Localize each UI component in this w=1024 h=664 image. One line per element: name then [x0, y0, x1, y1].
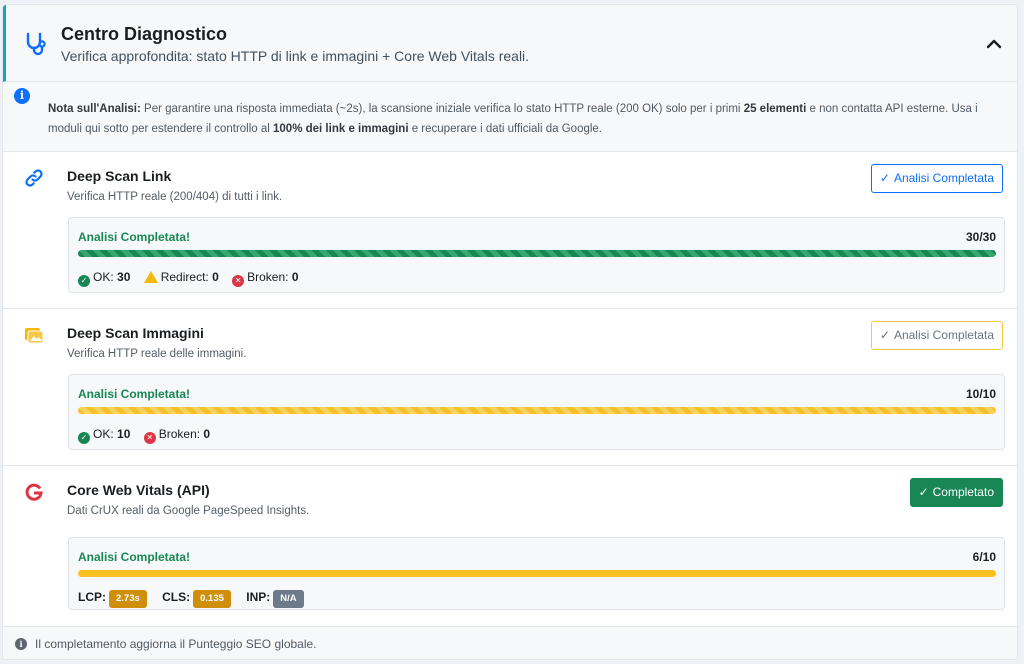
- info-icon: i: [15, 638, 27, 650]
- module-deep-scan-link: Deep Scan Link Verifica HTTP reale (200/…: [3, 152, 1017, 309]
- analysis-completed-button[interactable]: ✓ Analisi Completata: [870, 164, 1003, 193]
- vital-label: LCP:: [78, 590, 106, 604]
- module-description: Verifica HTTP reale delle immagini.: [67, 348, 247, 360]
- stat-label: Broken:: [158, 427, 201, 441]
- link-icon: [25, 169, 43, 187]
- note-bold-1: 25 elementi: [743, 103, 807, 115]
- google-icon: [25, 483, 43, 501]
- page-title: Centro Diagnostico: [61, 24, 228, 44]
- check-icon: ✓: [918, 485, 929, 499]
- status-badge: N/A: [273, 590, 304, 608]
- stat-label: OK:: [93, 270, 114, 284]
- analysis-note-text: Nota sull'Analisi: Per garantire una ris…: [48, 99, 1008, 139]
- module-description: Verifica HTTP reale (200/404) di tutti i…: [67, 191, 283, 203]
- chevron-up-icon[interactable]: [983, 33, 1005, 55]
- stat-redirect: Redirect: 0: [143, 270, 219, 284]
- analysis-note: i Nota sull'Analisi: Per garantire una r…: [3, 82, 1017, 152]
- x-circle-icon: ✕: [232, 275, 245, 287]
- progress-panel: Analisi Completata! 10/10 ✓ OK: 10 ✕ Broke…: [68, 374, 1005, 450]
- card-header[interactable]: Centro Diagnostico Verifica approfondita…: [3, 5, 1017, 82]
- vital-cls: CLS: 0.135: [162, 590, 231, 608]
- status-badge: 0.135: [193, 590, 231, 608]
- stat-label: Redirect:: [160, 270, 209, 284]
- module-title: Deep Scan Link: [67, 168, 172, 184]
- status-badge: 2.73s: [109, 590, 147, 608]
- stat-broken: ✕ Broken: 0: [232, 270, 299, 287]
- module-title: Core Web Vitals (API): [67, 482, 210, 498]
- progress-count: 10/10: [965, 387, 996, 401]
- note-label: Nota sull'Analisi:: [48, 103, 141, 115]
- result-stats: ✓ OK: 10 ✕ Broken: 0: [78, 427, 220, 444]
- completed-button[interactable]: ✓ Completato: [909, 478, 1003, 507]
- check-icon: ✓: [879, 328, 890, 342]
- warning-icon: [143, 271, 158, 283]
- stat-value: 10: [117, 427, 131, 441]
- progress-bar: [78, 570, 996, 577]
- vitals-stats: LCP: 2.73s CLS: 0.135 INP: N/A: [78, 590, 316, 608]
- module-description: Dati CrUX reali da Google PageSpeed Insi…: [67, 505, 310, 517]
- check-circle-icon: ✓: [78, 275, 90, 287]
- stat-value: 0: [291, 270, 299, 284]
- check-circle-icon: ✓: [78, 432, 90, 444]
- card-footer: i Il completamento aggiorna il Punteggio…: [3, 627, 1017, 659]
- vital-lcp: LCP: 2.73s: [78, 590, 147, 608]
- progress-panel: Analisi Completata! 30/30 ✓ OK: 30 Redire…: [68, 217, 1005, 293]
- vital-inp: INP: N/A: [246, 590, 304, 608]
- stat-ok: ✓ OK: 10: [78, 427, 130, 444]
- status-text: Analisi Completata!: [78, 550, 191, 564]
- progress-count: 30/30: [965, 230, 996, 244]
- progress-panel: Analisi Completata! 6/10 LCP: 2.73s CLS: 0…: [68, 537, 1005, 610]
- module-title: Deep Scan Immagini: [67, 325, 204, 341]
- vital-label: INP:: [246, 590, 271, 604]
- module-core-web-vitals: Core Web Vitals (API) Dati CrUX reali da…: [3, 466, 1017, 627]
- diagnostic-card: Centro Diagnostico Verifica approfondita…: [2, 4, 1018, 660]
- stat-value: 0: [203, 427, 211, 441]
- progress-bar: [78, 250, 996, 257]
- stethoscope-icon: [26, 32, 46, 56]
- progress-bar: [78, 407, 996, 414]
- stat-label: OK:: [93, 427, 114, 441]
- button-label: Completato: [932, 485, 994, 499]
- button-label: Analisi Completata: [893, 328, 994, 342]
- footer-text: Il completamento aggiorna il Punteggio S…: [35, 637, 317, 651]
- stat-ok: ✓ OK: 30: [78, 270, 130, 287]
- status-text: Analisi Completata!: [78, 230, 191, 244]
- analysis-completed-button[interactable]: ✓ Analisi Completata: [870, 321, 1003, 350]
- result-stats: ✓ OK: 30 Redirect: 0 ✕ Broken: 0: [78, 270, 309, 287]
- note-text-1: Per garantire una risposta immediata (~2…: [140, 103, 744, 115]
- x-circle-icon: ✕: [143, 432, 156, 444]
- note-text-3: e recuperare i dati ufficiali da Google.: [408, 123, 602, 135]
- page-subtitle: Verifica approfondita: stato HTTP di lin…: [61, 48, 530, 64]
- stat-value: 30: [117, 270, 131, 284]
- progress-count: 6/10: [972, 550, 996, 564]
- image-icon: [25, 328, 44, 344]
- info-icon: i: [14, 88, 30, 104]
- note-bold-2: 100% dei link e immagini: [273, 123, 409, 135]
- vital-label: CLS:: [162, 590, 191, 604]
- button-label: Analisi Completata: [893, 171, 994, 185]
- stat-label: Broken:: [247, 270, 289, 284]
- module-deep-scan-images: Deep Scan Immagini Verifica HTTP reale d…: [3, 309, 1017, 466]
- stat-value: 0: [212, 270, 219, 284]
- status-text: Analisi Completata!: [78, 387, 191, 401]
- stat-broken: ✕ Broken: 0: [143, 427, 211, 444]
- check-icon: ✓: [879, 171, 890, 185]
